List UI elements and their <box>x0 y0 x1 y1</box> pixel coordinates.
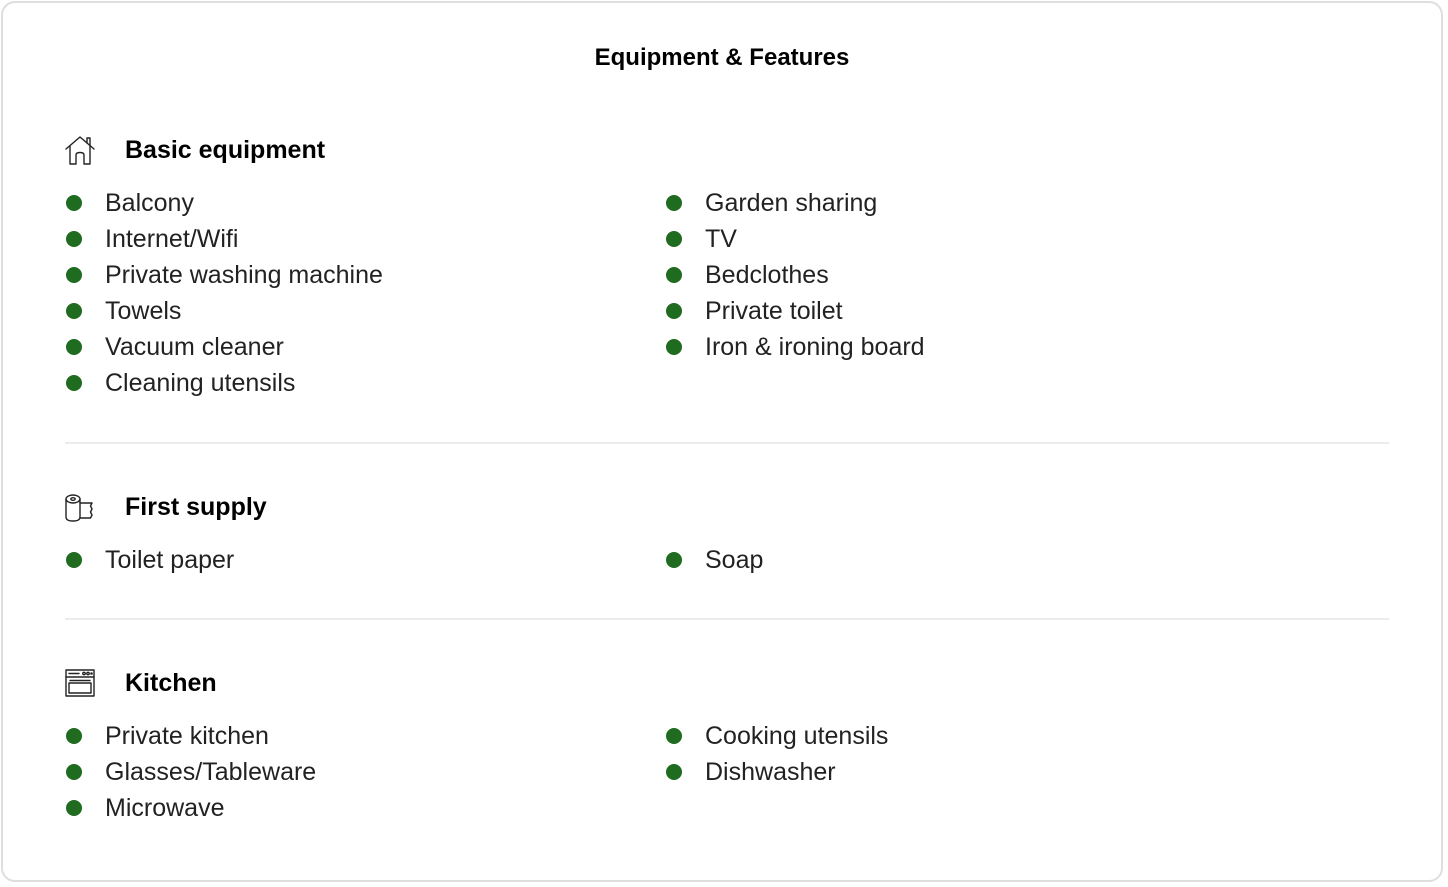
feature-list-left: Private kitchen Glasses/Tableware Microw… <box>63 718 316 826</box>
section-title: First supply <box>125 493 267 521</box>
bullet-dot <box>666 728 682 744</box>
list-item: Towels <box>63 293 383 329</box>
feature-label: TV <box>705 225 737 253</box>
feature-list-left: Toilet paper <box>63 542 234 578</box>
section-first-supply: First supply Toilet paper Soap <box>63 488 1387 574</box>
list-item: TV <box>663 221 925 257</box>
bullet-dot <box>66 552 82 568</box>
bullet-dot <box>66 728 82 744</box>
bullet-dot <box>666 303 682 319</box>
feature-label: Dishwasher <box>705 758 836 786</box>
bullet-dot <box>666 195 682 211</box>
bullet-dot <box>666 231 682 247</box>
feature-list-right: Garden sharing TV Bedclothes Private toi… <box>663 185 925 365</box>
feature-list-right: Soap <box>663 542 763 578</box>
oven-icon <box>63 666 97 700</box>
feature-label: Towels <box>105 297 182 325</box>
section-header: Basic equipment <box>63 131 1387 167</box>
feature-label: Toilet paper <box>105 546 235 574</box>
equipment-card: Equipment & Features Basic equipment Bal… <box>1 1 1443 882</box>
section-basic-equipment: Basic equipment Balcony Internet/Wifi Pr… <box>63 131 1387 397</box>
list-item: Toilet paper <box>63 542 234 578</box>
card-title: Equipment & Features <box>594 44 850 71</box>
list-item: Dishwasher <box>663 754 888 790</box>
list-item: Vacuum cleaner <box>63 329 383 365</box>
paper-roll-icon <box>63 490 97 524</box>
bullet-dot <box>66 195 82 211</box>
list-item: Cooking utensils <box>663 718 888 754</box>
feature-label: Private kitchen <box>105 722 269 750</box>
list-item: Glasses/Tableware <box>63 754 316 790</box>
feature-label: Private washing machine <box>105 261 383 289</box>
list-item: Balcony <box>63 185 383 221</box>
list-item: Cleaning utensils <box>63 365 383 401</box>
feature-label: Glasses/Tableware <box>105 758 317 786</box>
list-item: Internet/Wifi <box>63 221 383 257</box>
section-kitchen: Kitchen Private kitchen Glasses/Tablewar… <box>63 664 1387 822</box>
feature-label: Private toilet <box>705 297 843 325</box>
feature-list-left: Balcony Internet/Wifi Private washing ma… <box>63 185 383 401</box>
feature-label: Garden sharing <box>705 189 878 217</box>
feature-label: Bedclothes <box>705 261 829 289</box>
list-item: Bedclothes <box>663 257 925 293</box>
feature-label: Soap <box>705 546 764 574</box>
bullet-dot <box>666 552 682 568</box>
bullet-dot <box>66 764 82 780</box>
section-header: Kitchen <box>63 664 1387 700</box>
house-icon <box>63 133 97 167</box>
section-title: Basic equipment <box>125 136 326 164</box>
feature-label: Iron & ironing board <box>705 333 925 361</box>
bullet-dot <box>66 800 82 816</box>
list-item: Iron & ironing board <box>663 329 925 365</box>
section-title: Kitchen <box>125 669 217 697</box>
bullet-dot <box>66 231 82 247</box>
feature-label: Cleaning utensils <box>105 369 296 397</box>
feature-label: Vacuum cleaner <box>105 333 284 361</box>
bullet-dot <box>66 339 82 355</box>
section-header: First supply <box>63 488 1387 524</box>
list-item: Private washing machine <box>63 257 383 293</box>
feature-label: Internet/Wifi <box>105 225 239 253</box>
section-divider <box>65 442 1389 444</box>
feature-label: Microwave <box>105 794 225 822</box>
list-item: Private toilet <box>663 293 925 329</box>
bullet-dot <box>66 375 82 391</box>
feature-list-right: Cooking utensils Dishwasher <box>663 718 888 790</box>
feature-label: Cooking utensils <box>705 722 889 750</box>
list-item: Soap <box>663 542 763 578</box>
list-item: Private kitchen <box>63 718 316 754</box>
list-item: Microwave <box>63 790 316 826</box>
bullet-dot <box>66 267 82 283</box>
feature-label: Balcony <box>105 189 194 217</box>
list-item: Garden sharing <box>663 185 925 221</box>
bullet-dot <box>666 339 682 355</box>
bullet-dot <box>666 764 682 780</box>
bullet-dot <box>666 267 682 283</box>
section-divider <box>65 618 1389 620</box>
bullet-dot <box>66 303 82 319</box>
